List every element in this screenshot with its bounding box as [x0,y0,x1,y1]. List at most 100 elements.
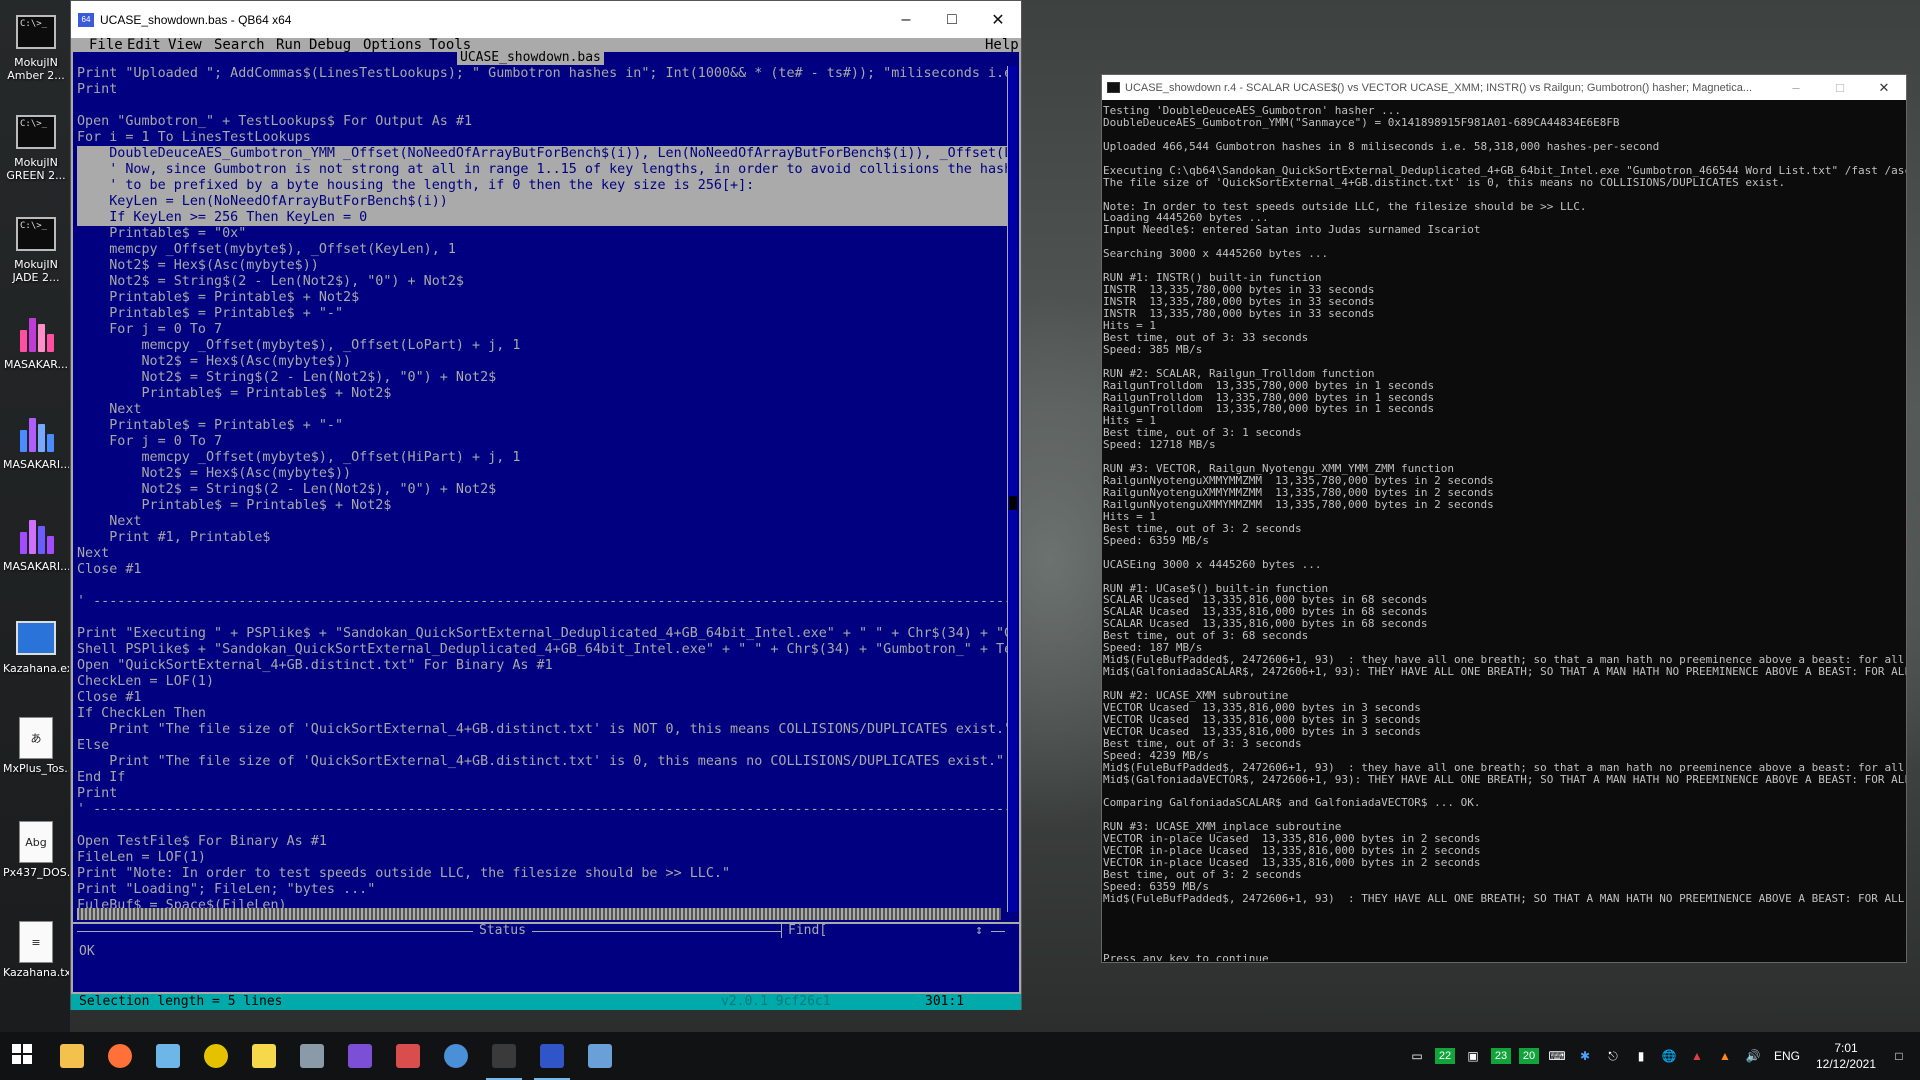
tray-badge-1[interactable]: 22 [1435,1048,1455,1064]
console-minimize-button[interactable]: – [1774,80,1818,95]
menu-debug[interactable]: Debug [309,38,351,52]
tray-window-icon[interactable]: ▭ [1406,1045,1428,1067]
code-line[interactable] [77,98,1007,114]
code-line[interactable]: CheckLen = LOF(1) [77,674,1007,690]
code-line[interactable]: Else [77,738,1007,754]
desktop-icon-2[interactable]: C:\>_ MokujIN GREEN 2... [3,108,69,200]
code-line[interactable]: Open TestFile$ For Binary As #1 [77,834,1007,850]
tray-keyboard-icon[interactable]: ⌨ [1546,1045,1568,1067]
code-line[interactable]: Not2$ = String$(2 - Len(Not2$), "0") + N… [77,274,1007,290]
bluetooth-icon[interactable]: ✱ [1574,1045,1596,1067]
code-line[interactable]: Printable$ = Printable$ + "-" [77,306,1007,322]
code-line[interactable]: Close #1 [77,562,1007,578]
code-line[interactable]: Open "Gumbotron_" + TestLookups$ For Out… [77,114,1007,130]
code-line[interactable]: End If [77,770,1007,786]
clock[interactable]: 7:01 12/12/2021 [1807,1040,1885,1072]
battery-icon[interactable]: ▮ [1630,1045,1652,1067]
taskbar-sticky-notes-button[interactable] [240,1032,288,1080]
code-line[interactable]: Printable$ = Printable$ + "-" [77,418,1007,434]
desktop-icon-7[interactable]: Kazahana.ex [3,614,69,706]
taskbar-notepad-button[interactable] [144,1032,192,1080]
code-line[interactable]: For i = 1 To LinesTestLookups [77,130,1007,146]
warning-icon[interactable]: ▲ [1686,1045,1708,1067]
desktop-icon-8[interactable]: あ MxPlus_Tos... [3,714,69,806]
code-line[interactable]: ' --------------------------------------… [77,594,1007,610]
usb-icon[interactable]: ⎋ [1602,1045,1624,1067]
code-line[interactable]: Next [77,514,1007,530]
taskbar-explorer-button[interactable] [48,1032,96,1080]
code-line[interactable]: memcpy _Offset(mybyte$), _Offset(KeyLen)… [77,242,1007,258]
code-line[interactable]: KeyLen = Len(NoNeedOfArrayButForBench$(i… [77,194,1007,210]
minimize-button[interactable]: – [883,1,929,38]
desktop-icon-4[interactable]: MASAKAR... [3,310,69,402]
desktop-icon-9[interactable]: Abg Px437_DOS... [3,818,69,910]
taskbar-calculator-button[interactable] [288,1032,336,1080]
code-line[interactable]: Print "The file size of 'QuickSortExtern… [77,722,1007,738]
code-line[interactable]: Next [77,402,1007,418]
code-line[interactable] [77,578,1007,594]
console-maximize-button[interactable]: □ [1818,80,1862,95]
code-editor[interactable]: UCASE_showdown.bas Print "Uploaded "; Ad… [71,51,1021,924]
menu-view[interactable]: View [168,38,202,52]
menu-options[interactable]: Options [363,38,422,52]
code-line[interactable]: Shell PSPlike$ + "Sandokan_QuickSortExte… [77,642,1007,658]
desktop-icon-10[interactable]: ≡ Kazahana.txt [3,918,69,1010]
code-line[interactable]: Not2$ = String$(2 - Len(Not2$), "0") + N… [77,482,1007,498]
taskbar-firefox-button[interactable] [96,1032,144,1080]
code-line[interactable]: Next [77,546,1007,562]
code-line[interactable]: Print "The file size of 'QuickSortExtern… [77,754,1007,770]
code-line[interactable]: Not2$ = Hex$(Asc(mybyte$)) [77,258,1007,274]
code-line[interactable] [77,818,1007,834]
find-arrows-icon[interactable]: ↕ [975,924,983,938]
taskbar-qb64-button[interactable] [528,1032,576,1080]
horizontal-scrollbar[interactable] [77,908,1001,920]
taskbar-paint-button[interactable] [384,1032,432,1080]
code-line[interactable]: Open "QuickSortExternal_4+GB.distinct.tx… [77,658,1007,674]
desktop-icon-5[interactable]: MASAKARI... [3,410,69,502]
network-icon[interactable]: 🌐 [1658,1045,1680,1067]
menu-run[interactable]: Run [276,38,301,52]
code-line[interactable]: memcpy _Offset(mybyte$), _Offset(HiPart)… [77,450,1007,466]
menu-search[interactable]: Search [214,38,265,52]
code-line[interactable]: Print "Uploaded "; AddCommas$(LinesTestL… [77,66,1007,82]
find-field[interactable]: Find[ ↕ [781,924,991,938]
tray-chip-icon[interactable]: ▣ [1462,1045,1484,1067]
code-line[interactable]: Print "Executing " + PSPlike$ + "Sandoka… [77,626,1007,642]
taskbar-console-button[interactable] [480,1032,528,1080]
console-close-button[interactable]: ✕ [1862,80,1906,96]
taskbar-purple-app-button[interactable] [336,1032,384,1080]
code-line[interactable]: Printable$ = Printable$ + Not2$ [77,386,1007,402]
taskbar-kazahana-button[interactable] [576,1032,624,1080]
code-area[interactable]: Print "Uploaded "; AddCommas$(LinesTestL… [77,66,1007,912]
qb64-titlebar[interactable]: 64 UCASE_showdown.bas - QB64 x64 – □ ✕ [71,1,1021,38]
code-line[interactable]: memcpy _Offset(mybyte$), _Offset(LoPart)… [77,338,1007,354]
language-indicator[interactable]: ENG [1770,1045,1804,1067]
code-line[interactable]: Printable$ = Printable$ + Not2$ [77,498,1007,514]
maximize-button[interactable]: □ [929,1,975,38]
code-line[interactable]: ' Now, since Gumbotron is not strong at … [77,162,1007,178]
code-line[interactable]: Not2$ = Hex$(Asc(mybyte$)) [77,354,1007,370]
taskbar-start-button[interactable] [0,1032,48,1080]
close-button[interactable]: ✕ [975,1,1021,38]
menu-file[interactable]: File [89,38,123,52]
flame-icon[interactable]: ▲ [1714,1045,1736,1067]
tray-badge-2[interactable]: 23 [1491,1048,1511,1064]
code-line[interactable]: Printable$ = Printable$ + Not2$ [77,290,1007,306]
code-line[interactable]: ' --------------------------------------… [77,802,1007,818]
code-line[interactable]: FileLen = LOF(1) [77,850,1007,866]
code-line[interactable]: Print "Loading"; FileLen; "bytes ..." [77,882,1007,898]
code-line[interactable]: For j = 0 To 7 [77,434,1007,450]
menu-edit[interactable]: Edit [127,38,161,52]
code-line[interactable]: ' to be prefixed by a byte housing the l… [77,178,1007,194]
scrollbar-thumb[interactable] [1009,496,1017,510]
tray-badge-3[interactable]: 20 [1519,1048,1539,1064]
vertical-scrollbar[interactable] [1007,66,1017,912]
speaker-icon[interactable]: 🔊 [1742,1045,1764,1067]
desktop-icon-6[interactable]: MASAKARI... [3,512,69,604]
code-line[interactable]: DoubleDeuceAES_Gumbotron_YMM _Offset(NoN… [77,146,1007,162]
desktop-icon-1[interactable]: C:\>_ MokujIN Amber 2... [3,8,69,100]
code-line[interactable]: If CheckLen Then [77,706,1007,722]
notifications-icon[interactable]: □ [1888,1045,1910,1067]
code-line[interactable]: Print [77,786,1007,802]
taskbar-app-yellow-circle-button[interactable] [192,1032,240,1080]
